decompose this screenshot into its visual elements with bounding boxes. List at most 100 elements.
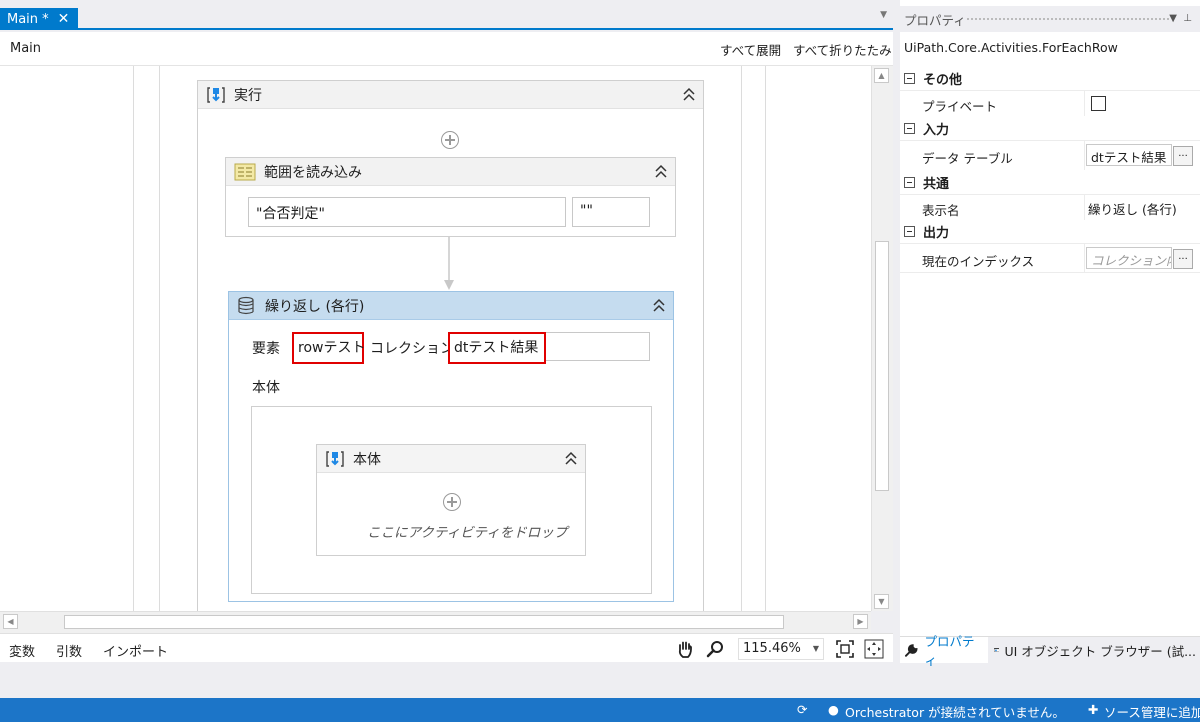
- status-dot-icon: ●: [828, 702, 839, 717]
- add-icon: ✚: [1088, 702, 1099, 717]
- overview-icon[interactable]: [864, 639, 884, 659]
- read-range-title: 範囲を読み込み: [264, 164, 362, 181]
- add-activity-icon[interactable]: [441, 131, 459, 149]
- flow-guide-line: [765, 66, 766, 611]
- zoom-magnifier-icon[interactable]: [706, 640, 724, 658]
- panel-grip[interactable]: [966, 17, 1170, 22]
- breadcrumb-bar: Main すべて展開 すべて折りたたみ: [0, 32, 893, 66]
- collapse-chevron-icon[interactable]: [682, 85, 696, 103]
- category-misc[interactable]: その他: [900, 66, 1200, 90]
- zoom-level-value: 115.46%: [743, 641, 801, 656]
- breadcrumb[interactable]: Main: [10, 41, 41, 56]
- private-checkbox[interactable]: [1091, 96, 1106, 111]
- display-name-input[interactable]: 繰り返し (各行): [1088, 199, 1177, 218]
- designer-bottom-bar: 変数 引数 インポート 115.46% ▼: [0, 633, 893, 662]
- scroll-left-icon[interactable]: ◀: [3, 614, 18, 629]
- datatable-ellipsis-button[interactable]: ...: [1173, 146, 1193, 166]
- status-bar: ⟳ ● Orchestrator が接続されていません。 ✚ ソース管理に追加: [0, 698, 1200, 722]
- for-each-row-icon: [238, 296, 254, 314]
- workflow-designer: Main * ✕ ▼ Main すべて展開 すべて折りたたみ 実行 範囲を読み込…: [0, 0, 893, 662]
- horizontal-scrollbar[interactable]: ◀ ▶: [0, 611, 871, 633]
- add-activity-icon[interactable]: [443, 493, 461, 511]
- panel-pin-icon[interactable]: ▼ ⊥: [1169, 13, 1192, 24]
- horizontal-scroll-thumb[interactable]: [64, 615, 784, 629]
- imports-tab[interactable]: インポート: [103, 641, 168, 660]
- close-icon[interactable]: ✕: [58, 11, 70, 27]
- collection-label: コレクション: [370, 341, 454, 357]
- variables-tab[interactable]: 変数: [9, 641, 35, 660]
- properties-tabs: プロパティ UI オブジェクト ブラウザー (試...: [900, 634, 1200, 668]
- connector-arrow: [444, 237, 454, 290]
- properties-title-bar: プロパティ ▼ ⊥: [900, 6, 1200, 32]
- orchestrator-status[interactable]: Orchestrator が接続されていません。: [845, 702, 1065, 721]
- fit-to-screen-icon[interactable]: [836, 640, 854, 658]
- flow-guide-line: [741, 66, 742, 611]
- drop-activity-hint: ここにアクティビティをドロップ: [367, 525, 568, 541]
- expand-all-button[interactable]: すべて展開: [720, 40, 781, 59]
- collection-input[interactable]: dtテスト結果: [448, 332, 546, 364]
- wrench-icon: [904, 644, 918, 657]
- tab-ui-object-browser[interactable]: UI オブジェクト ブラウザー (試...: [990, 637, 1200, 663]
- collapse-box-icon[interactable]: [904, 225, 915, 237]
- body-label: 本体: [252, 380, 280, 396]
- for-each-row-activity[interactable]: 繰り返し (各行) 要素 rowテスト コレクション dtテスト結果 本体 本体…: [228, 291, 674, 602]
- index-input[interactable]: コレクション内: [1086, 247, 1172, 269]
- property-row-datatable: データ テーブル dtテスト結果 ...: [900, 140, 1200, 170]
- body-container[interactable]: 本体 ここにアクティビティをドロップ: [251, 406, 652, 594]
- collapse-box-icon[interactable]: [904, 122, 915, 134]
- category-input[interactable]: 入力: [900, 116, 1200, 140]
- tab-main-label: Main *: [7, 11, 49, 27]
- sequence-title: 実行: [234, 87, 262, 104]
- tab-properties[interactable]: プロパティ: [900, 634, 988, 668]
- flow-guide-line: [159, 66, 160, 611]
- ui-browser-icon: [994, 648, 1000, 652]
- tab-main[interactable]: Main * ✕: [0, 8, 78, 30]
- datatable-input[interactable]: dtテスト結果: [1086, 144, 1172, 166]
- zoom-level-select[interactable]: 115.46% ▼: [738, 638, 824, 660]
- category-common[interactable]: 共通: [900, 170, 1200, 194]
- tab-dropdown-icon[interactable]: ▼: [880, 10, 887, 20]
- scroll-down-icon[interactable]: ▼: [874, 594, 889, 609]
- flow-guide-line: [133, 66, 134, 611]
- property-row-display-name: 表示名 繰り返し (各行): [900, 194, 1200, 220]
- arguments-tab[interactable]: 引数: [56, 641, 82, 660]
- vertical-scrollbar[interactable]: ▲ ▼: [871, 66, 893, 611]
- excel-range-icon: [234, 163, 256, 180]
- scroll-up-icon[interactable]: ▲: [874, 68, 889, 83]
- sequence-icon: [326, 450, 344, 467]
- category-output[interactable]: 出力: [900, 219, 1200, 243]
- for-each-row-header[interactable]: 繰り返し (各行): [229, 292, 673, 320]
- collapse-box-icon[interactable]: [904, 176, 915, 188]
- range-input[interactable]: "": [572, 197, 650, 227]
- vertical-scroll-thumb[interactable]: [875, 241, 889, 491]
- scroll-right-icon[interactable]: ▶: [853, 614, 868, 629]
- collapse-chevron-icon[interactable]: [652, 296, 666, 314]
- collapse-all-button[interactable]: すべて折りたたみ: [793, 40, 892, 59]
- read-range-activity[interactable]: 範囲を読み込み "合否判定" "": [225, 157, 676, 237]
- collapse-chevron-icon[interactable]: [564, 449, 578, 467]
- property-row-index: 現在のインデックス コレクション内 ...: [900, 243, 1200, 273]
- properties-panel: プロパティ ▼ ⊥ UiPath.Core.Activities.ForEach…: [900, 0, 1200, 668]
- sequence-header[interactable]: 実行: [198, 81, 703, 109]
- property-row-private: プライベート: [900, 90, 1200, 116]
- index-ellipsis-button[interactable]: ...: [1173, 249, 1193, 269]
- collapse-box-icon[interactable]: [904, 72, 915, 84]
- body-sequence-title: 本体: [353, 451, 381, 468]
- body-sequence-activity[interactable]: 本体 ここにアクティビティをドロップ: [316, 444, 586, 556]
- read-range-header[interactable]: 範囲を読み込み: [226, 158, 675, 186]
- sheet-name-input[interactable]: "合否判定": [248, 197, 566, 227]
- sequence-activity[interactable]: 実行 範囲を読み込み "合否判定" "" 繰り返し (各行) 要素 rowテスト…: [197, 80, 704, 611]
- item-label: 要素: [252, 341, 280, 357]
- designer-canvas[interactable]: 実行 範囲を読み込み "合否判定" "" 繰り返し (各行) 要素 rowテスト…: [0, 66, 871, 611]
- chevron-down-icon: ▼: [812, 644, 819, 653]
- collapse-chevron-icon[interactable]: [654, 162, 668, 180]
- properties-title: プロパティ: [904, 12, 966, 28]
- activity-type-name: UiPath.Core.Activities.ForEachRow: [904, 40, 1118, 55]
- source-control-button[interactable]: ソース管理に追加: [1104, 702, 1200, 721]
- sequence-icon: [207, 86, 225, 103]
- item-variable-input[interactable]: rowテスト: [292, 332, 365, 364]
- for-each-row-title: 繰り返し (各行): [265, 298, 365, 315]
- pan-hand-icon[interactable]: [676, 640, 694, 658]
- refresh-icon[interactable]: ⟳: [797, 702, 807, 717]
- body-sequence-header[interactable]: 本体: [317, 445, 585, 473]
